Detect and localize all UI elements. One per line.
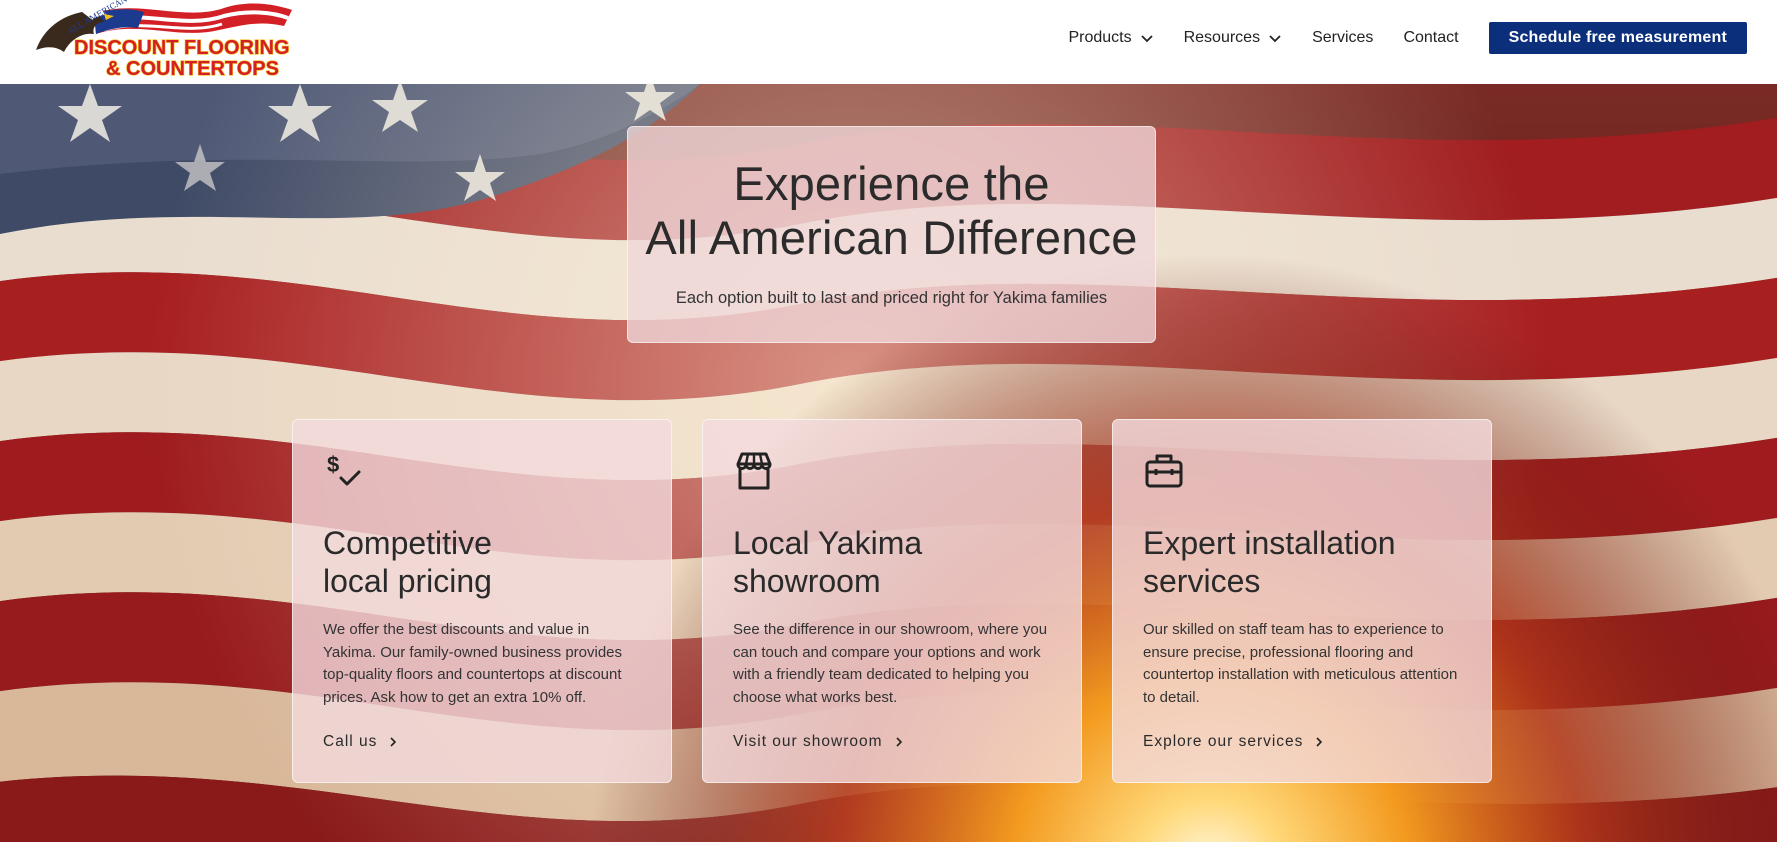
svg-text:$: $ [327,452,339,477]
schedule-measurement-button[interactable]: Schedule free measurement [1488,22,1747,54]
chevron-down-icon [1269,35,1281,43]
eagle-flag-logo-icon: ALL AMERICAN DISCOUNT FLOORING & COUNTER… [36,0,292,81]
card-body: We offer the best discounts and value in… [323,621,623,706]
feature-card-pricing: $ Competitive local pricing We offer the… [292,419,672,783]
card-body: See the difference in our showroom, wher… [733,621,1048,706]
chevron-right-icon [1316,737,1323,747]
chevron-right-icon [895,737,902,747]
svg-text:& COUNTERTOPS: & COUNTERTOPS [106,58,279,80]
chevron-down-icon [1140,35,1153,43]
card-title: Local Yakima showroom [733,525,923,599]
hero-title-card: Experience the All American Difference E… [627,126,1156,343]
nav-contact-label: Contact [1403,29,1459,46]
nav-resources-label: Resources [1183,29,1261,46]
feature-card-showroom: Local Yakima showroom See the difference… [702,419,1082,783]
chevron-right-icon [390,737,397,747]
storefront-icon [736,452,772,490]
site-header: ALL AMERICAN DISCOUNT FLOORING & COUNTER… [0,0,1777,84]
dollar-check-icon: $ [327,452,361,486]
hero-subtitle: Each option built to last and priced rig… [675,289,1108,307]
nav-services[interactable]: Services [1312,29,1373,47]
hero-section: Experience the All American Difference E… [0,84,1777,842]
nav-products-label: Products [1068,29,1132,46]
hero-title-line1: Experience the [733,157,1050,210]
nav-products[interactable]: Products [1068,29,1153,47]
explore-services-link[interactable]: Explore our services [1143,733,1325,751]
nav-contact[interactable]: Contact [1403,29,1458,47]
card-body: Our skilled on staff team has to experie… [1143,621,1458,706]
nav-resources[interactable]: Resources [1184,29,1282,47]
card-title: Competitive local pricing [323,525,492,599]
visit-showroom-link[interactable]: Visit our showroom [733,733,905,751]
feature-card-installation: Expert installation services Our skilled… [1112,419,1492,783]
hero-title-line2: All American Difference [645,211,1138,264]
toolbox-icon [1145,454,1183,488]
main-nav: Products Resources Services Contact Sche… [1068,0,1747,76]
card-title: Expert installation services [1143,525,1396,599]
site-logo[interactable]: ALL AMERICAN DISCOUNT FLOORING & COUNTER… [34,0,296,82]
nav-services-label: Services [1312,29,1374,46]
svg-text:DISCOUNT FLOORING: DISCOUNT FLOORING [74,37,290,59]
call-us-link[interactable]: Call us [323,733,399,751]
